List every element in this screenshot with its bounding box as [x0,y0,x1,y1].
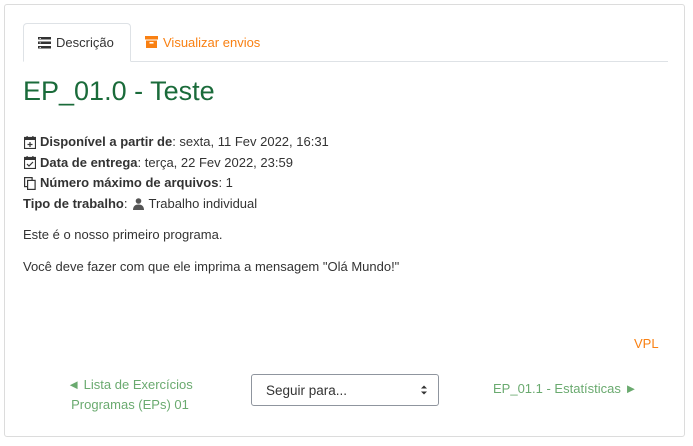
tab-view-submissions[interactable]: Visualizar envios [131,23,274,61]
list-icon [38,36,51,50]
max-files-row: Número máximo de arquivos: 1 [23,173,329,194]
previous-activity-link[interactable]: ◄ Lista de Exercícios Programas (EPs) 01 [55,375,205,415]
previous-activity-line1: ◄ Lista de Exercícios [67,377,193,392]
available-from-row: Disponível a partir de: sexta, 11 Fev 20… [23,132,329,153]
tab-description-label: Descrição [56,35,114,50]
calendar-plus-icon [23,135,36,149]
work-type-value: Trabalho individual [148,195,258,211]
tab-description[interactable]: Descrição [23,23,131,62]
vpl-link[interactable]: VPL [634,336,659,351]
activity-dates: Disponível a partir de: sexta, 11 Fev 20… [23,132,329,214]
jump-to-select[interactable]: Seguir para... [251,374,439,406]
select-caret-icon [419,382,429,401]
archive-icon [145,35,158,49]
calendar-check-icon [23,156,36,170]
page-title: EP_01.0 - Teste [23,76,215,106]
description-paragraph: Você deve fazer com que ele imprima a me… [23,259,400,274]
max-files-value: : 1 [218,175,233,191]
tab-view-submissions-label: Visualizar envios [163,34,261,50]
max-files-label: Número máximo de arquivos [40,175,219,191]
description-paragraph: Este é o nosso primeiro programa. [23,227,223,242]
previous-activity-line2: Programas (EPs) 01 [71,397,189,412]
work-type-separator: : [123,195,128,211]
next-activity-link[interactable]: EP_01.1 - Estatísticas ► [493,381,637,396]
work-type-label: Tipo de trabalho [23,195,124,211]
due-date-row: Data de entrega: terça, 22 Fev 2022, 23:… [23,153,329,174]
work-type-row: Tipo de trabalho: Trabalho individual [23,194,329,215]
user-icon [132,197,145,211]
copy-files-icon [23,176,36,190]
available-from-value: : sexta, 11 Fev 2022, 16:31 [172,134,329,150]
due-date-value: : terça, 22 Fev 2022, 23:59 [137,154,293,170]
available-from-label: Disponível a partir de [40,134,173,150]
activity-card: Descrição Visualizar envios EP_01.0 - Te… [4,4,685,437]
due-date-label: Data de entrega [40,154,138,170]
tab-bar: Descrição Visualizar envios [23,23,668,62]
activity-description: Este é o nosso primeiro programa. Você d… [23,227,399,291]
jump-to-placeholder: Seguir para... [266,382,348,398]
